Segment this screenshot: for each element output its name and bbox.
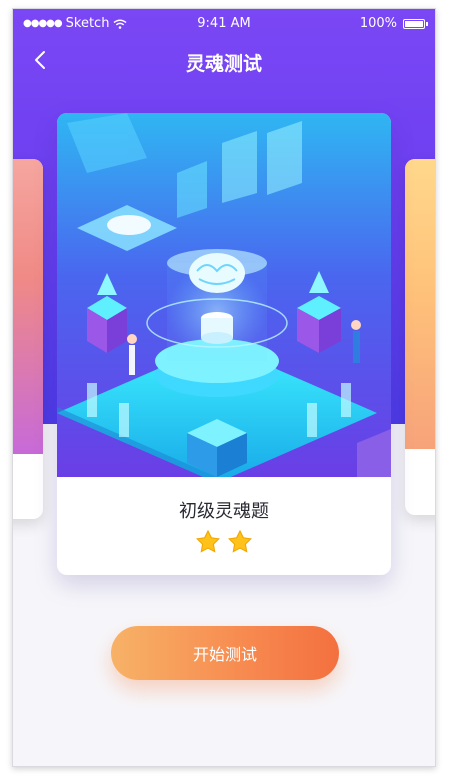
status-bar: ●●●●● Sketch 9:41 AM 100% (13, 13, 435, 35)
phone-screen: ●●●●● Sketch 9:41 AM 100% 灵魂测试 初级灵魂题 开始测… (12, 8, 436, 767)
star-icon (196, 529, 220, 553)
card-illustration-next (405, 159, 435, 449)
carousel-card-next[interactable] (405, 159, 435, 515)
card-illustration-previous (13, 159, 43, 454)
star-icon (228, 529, 252, 553)
page-title: 灵魂测试 (185, 53, 262, 75)
difficulty-rating (57, 529, 391, 555)
carousel-card-previous[interactable] (13, 159, 43, 519)
nav-bar: 灵魂测试 (13, 45, 435, 75)
battery-percent: 100% (359, 16, 397, 31)
start-test-button[interactable]: 开始测试 (111, 626, 339, 680)
brain-tech-illustration (57, 113, 391, 477)
status-right: 100% (359, 16, 428, 31)
battery-icon (403, 18, 428, 29)
card-title: 初级灵魂题 (179, 501, 269, 522)
carousel-card-current[interactable]: 初级灵魂题 (57, 113, 391, 575)
